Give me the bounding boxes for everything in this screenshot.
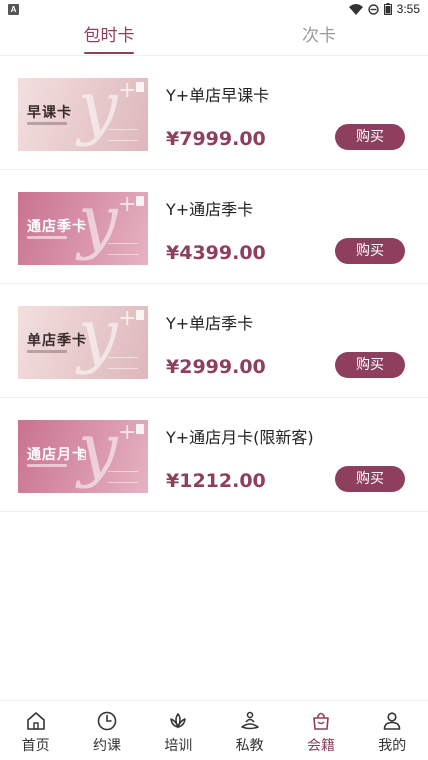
- nav-label: 私教: [235, 738, 264, 754]
- logo-plus: +: [118, 192, 137, 217]
- thumbnail-badge: ​: [80, 450, 86, 460]
- logo-plus: +: [118, 78, 137, 103]
- card-price: ¥7999.00: [166, 128, 266, 150]
- notification-icon: A: [8, 3, 19, 15]
- nav-label: 首页: [21, 738, 50, 754]
- tab-count-card[interactable]: 次卡: [286, 18, 352, 56]
- nav-item-booking[interactable]: 约课: [71, 701, 142, 760]
- person-icon: [383, 712, 401, 730]
- nav-label: 会籍: [306, 738, 335, 754]
- thumbnail-title: 早课卡: [27, 105, 72, 121]
- status-left: A: [8, 3, 19, 15]
- do-not-disturb-icon: [367, 3, 379, 15]
- status-time: 3:55: [396, 2, 420, 16]
- thumbnail-title: 通店月卡: [27, 447, 87, 463]
- list-item[interactable]: y + 单店季卡 ​ Y+单店季卡 ¥2999.00 购买: [0, 284, 428, 398]
- thumbnail-decoration: [108, 471, 138, 483]
- card-price: ¥2999.00: [166, 356, 266, 378]
- card-price: ¥4399.00: [166, 242, 266, 264]
- nav-item-training[interactable]: 培训: [143, 701, 214, 760]
- thumbnail-subtitle: [27, 464, 67, 467]
- card-name: Y+单店季卡: [166, 314, 254, 333]
- logo-plus: +: [118, 420, 137, 445]
- shopping-bag-icon: [313, 712, 329, 730]
- list-item[interactable]: y + 通店月卡 ​ ​ Y+通店月卡(限新客) ¥1212.00 购买: [0, 398, 428, 512]
- card-thumbnail: y + 早课卡 ​: [18, 78, 148, 151]
- wifi-icon: [348, 3, 363, 15]
- buy-button[interactable]: 购买: [335, 238, 405, 264]
- nav-item-private-coach[interactable]: 私教: [214, 701, 285, 760]
- thumbnail-decoration: [108, 129, 138, 141]
- meditation-icon: [240, 711, 259, 730]
- status-bar: A 3:55: [0, 0, 428, 18]
- status-right: 3:55: [348, 2, 420, 16]
- nav-label: 约课: [92, 738, 121, 754]
- thumbnail-tag: ​: [136, 310, 144, 320]
- card-list: y + 早课卡 ​ Y+单店早课卡 ¥7999.00 购买 y + 通店季卡 ​…: [0, 56, 428, 512]
- card-name: Y+通店季卡: [166, 200, 254, 219]
- home-icon: [26, 712, 45, 730]
- card-price: ¥1212.00: [166, 470, 266, 492]
- nav-label: 我的: [378, 738, 407, 754]
- list-item[interactable]: y + 早课卡 ​ Y+单店早课卡 ¥7999.00 购买: [0, 56, 428, 170]
- bottom-nav: 首页 约课 培训 私教 会籍 我的: [0, 700, 428, 760]
- card-thumbnail: y + 通店月卡 ​ ​: [18, 420, 148, 493]
- card-thumbnail: y + 单店季卡 ​: [18, 306, 148, 379]
- card-name: Y+单店早课卡: [166, 86, 270, 105]
- thumbnail-decoration: [108, 243, 138, 255]
- buy-button[interactable]: 购买: [335, 352, 405, 378]
- tab-bar: 包时卡 次卡: [0, 18, 428, 56]
- thumbnail-tag: ​: [136, 196, 144, 206]
- thumbnail-tag: ​: [136, 424, 144, 434]
- nav-item-home[interactable]: 首页: [0, 701, 71, 760]
- thumbnail-decoration: [108, 357, 138, 369]
- buy-button[interactable]: 购买: [335, 124, 405, 150]
- list-item[interactable]: y + 通店季卡 ​ Y+通店季卡 ¥4399.00 购买: [0, 170, 428, 284]
- card-thumbnail: y + 通店季卡 ​: [18, 192, 148, 265]
- buy-button[interactable]: 购买: [335, 466, 405, 492]
- thumbnail-tag: ​: [136, 82, 144, 92]
- nav-item-membership[interactable]: 会籍: [285, 701, 356, 760]
- logo-plus: +: [118, 306, 137, 331]
- clock-icon: [97, 711, 117, 731]
- thumbnail-subtitle: [27, 350, 67, 353]
- nav-label: 培训: [164, 738, 193, 754]
- thumbnail-title: 通店季卡: [27, 219, 87, 235]
- thumbnail-title: 单店季卡: [27, 333, 87, 349]
- tab-time-card[interactable]: 包时卡: [76, 18, 142, 56]
- thumbnail-subtitle: [27, 236, 67, 239]
- card-name: Y+通店月卡(限新客): [166, 428, 314, 447]
- nav-item-profile[interactable]: 我的: [357, 701, 428, 760]
- battery-icon: [383, 3, 392, 15]
- thumbnail-subtitle: [27, 122, 67, 125]
- lotus-icon: [170, 712, 187, 729]
